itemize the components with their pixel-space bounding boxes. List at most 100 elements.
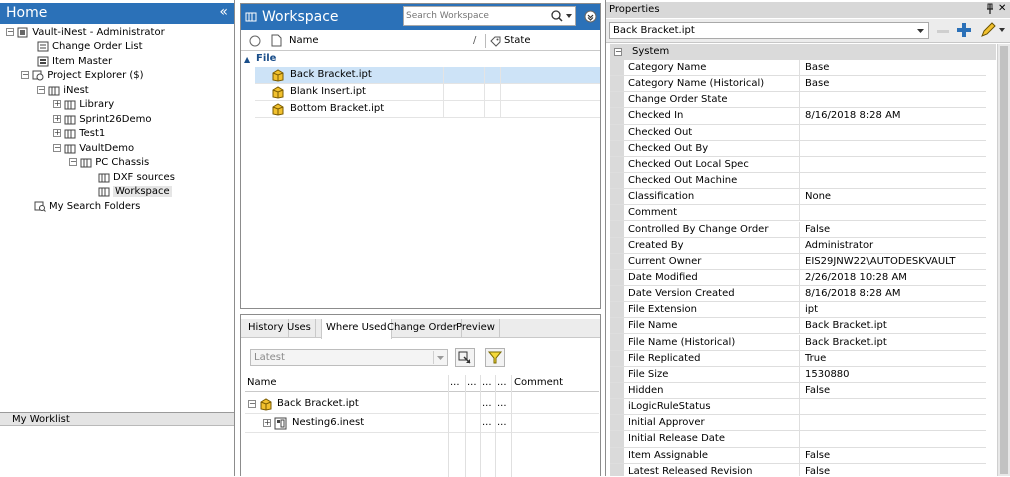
name-column-header[interactable]: Name [247, 377, 277, 388]
details-panel: History Uses Where Used Change Order Pre… [240, 314, 601, 477]
collapse-toggle-icon[interactable]: − [6, 28, 14, 36]
property-row[interactable]: Classification None [610, 189, 986, 206]
filter-icon[interactable] [485, 348, 505, 367]
tab-where-used[interactable]: Where Used [321, 319, 392, 339]
where-used-row[interactable]: − Back Bracket.ipt ... ... [245, 395, 599, 414]
column-header-dots[interactable]: ... [450, 377, 460, 388]
part-file-icon [259, 398, 273, 414]
where-used-row[interactable]: + Nesting6.inest ... ... [245, 414, 599, 433]
property-row[interactable]: File Replicated True [610, 350, 986, 367]
tree-item-label: DXF sources [113, 172, 175, 183]
file-row[interactable]: Blank Insert.ipt [255, 84, 600, 101]
property-row[interactable]: Item Assignable False [610, 447, 986, 464]
column-header-dots[interactable]: ... [497, 377, 507, 388]
property-value: False [805, 449, 831, 461]
property-row[interactable]: Created By Administrator [610, 237, 986, 254]
property-row[interactable]: Checked Out Local Spec [610, 156, 986, 173]
property-row[interactable]: Date Version Created 8/16/2018 8:28 AM [610, 286, 986, 303]
tree-item-workspace[interactable]: Workspace [98, 185, 172, 199]
property-row[interactable]: Initial Approver [610, 415, 986, 432]
property-row[interactable]: Date Modified 2/26/2018 10:28 AM [610, 269, 986, 287]
state-column-header[interactable]: State [504, 35, 530, 46]
tab-strip: History Uses Where Used Change Order Pre… [241, 319, 600, 339]
header-menu-icon[interactable] [584, 10, 597, 26]
selected-file-select[interactable]: Back Bracket.ipt [609, 22, 929, 39]
go-to-icon[interactable] [455, 348, 475, 367]
property-row[interactable]: Latest Released Revision False [610, 463, 986, 476]
tab-preview[interactable]: Preview [452, 319, 500, 337]
property-row[interactable]: File Extension ipt [610, 302, 986, 319]
collapse-toggle-icon[interactable]: − [614, 48, 622, 56]
add-property-icon[interactable] [956, 22, 972, 41]
tree-item-sprint26demo[interactable]: + Sprint26Demo [53, 113, 151, 127]
search-box[interactable] [403, 6, 576, 26]
property-row[interactable]: Controlled By Change Order False [610, 221, 986, 238]
edit-pencil-icon[interactable] [980, 22, 1006, 41]
property-row[interactable]: Checked Out By [610, 140, 986, 157]
property-row[interactable]: Category Name (Historical) Base [610, 76, 986, 93]
name-column-header[interactable]: Name [289, 35, 319, 46]
file-row[interactable]: Bottom Bracket.ipt [255, 101, 600, 118]
property-value [801, 205, 805, 220]
project-explorer-icon [32, 70, 44, 81]
property-row[interactable]: Current Owner EIS29JNW22\AUTODESKVAULT [610, 253, 986, 270]
property-row[interactable]: Checked In 8/16/2018 8:28 AM [610, 108, 986, 125]
property-row[interactable]: File Name (Historical) Back Bracket.ipt [610, 334, 986, 351]
comment-column-header[interactable]: Comment [514, 377, 563, 388]
tree-item-project-explorer[interactable]: − Project Explorer ($) [21, 69, 144, 83]
tree-item-inest[interactable]: − iNest [37, 84, 89, 98]
property-value: 8/16/2018 8:28 AM [805, 110, 901, 122]
folder-icon [98, 186, 110, 197]
property-row[interactable]: Checked Out [610, 124, 986, 141]
collapse-icon[interactable]: « [219, 4, 228, 20]
version-select[interactable]: Latest [250, 349, 448, 366]
select-all-radio-icon[interactable] [249, 35, 261, 50]
pin-icon[interactable] [985, 3, 995, 18]
property-group-header[interactable]: − System [610, 44, 996, 60]
tree-item-pc-chassis[interactable]: − PC Chassis [69, 156, 149, 170]
column-header-dots[interactable]: ... [467, 377, 477, 388]
tree-item-change-order-list[interactable]: Change Order List [37, 40, 143, 54]
tree-item-my-search-folders[interactable]: My Search Folders [34, 200, 140, 214]
tree-item-item-master[interactable]: Item Master [37, 55, 112, 69]
tree-item-test1[interactable]: + Test1 [53, 127, 105, 141]
property-value: 2/26/2018 10:28 AM [805, 271, 907, 283]
collapse-toggle-icon[interactable]: − [69, 158, 77, 166]
collapse-toggle-icon[interactable]: − [53, 144, 61, 152]
tree-item-dxf-sources[interactable]: DXF sources [98, 171, 175, 185]
property-row[interactable]: Category Name Base [610, 60, 986, 77]
workspace-title: Workspace [262, 9, 339, 25]
tree-item-vault[interactable]: − Vault-iNest - Administrator [6, 26, 165, 40]
properties-scrollbar[interactable] [997, 44, 1010, 476]
property-row[interactable]: Initial Release Date [610, 431, 986, 448]
file-row[interactable]: Back Bracket.ipt [255, 67, 600, 84]
property-row[interactable]: Comment [610, 205, 986, 222]
search-input[interactable] [406, 9, 546, 23]
expand-toggle-icon[interactable]: + [53, 100, 61, 108]
property-row[interactable]: Change Order State [610, 92, 986, 109]
file-group-collapse-icon[interactable]: ▲ [244, 55, 250, 64]
property-value [801, 399, 805, 414]
tree-item-library[interactable]: + Library [53, 98, 114, 112]
remove-property-icon[interactable] [936, 24, 950, 41]
property-row[interactable]: iLogicRuleStatus [610, 399, 986, 416]
property-row[interactable]: Checked Out Machine [610, 173, 986, 190]
expand-toggle-icon[interactable]: + [53, 115, 61, 123]
property-row[interactable]: File Name Back Bracket.ipt [610, 318, 986, 335]
scrollbar-thumb[interactable] [1000, 46, 1008, 474]
property-row[interactable]: File Size 1530880 [610, 366, 986, 383]
tab-change-order[interactable]: Change Order [383, 319, 462, 337]
search-options-icon[interactable] [550, 9, 574, 26]
worklist-header[interactable]: My Worklist [0, 412, 234, 426]
collapse-toggle-icon[interactable]: − [248, 400, 256, 408]
close-icon[interactable]: ✕ [998, 3, 1006, 14]
tab-uses[interactable]: Uses [283, 319, 316, 337]
column-header-dots[interactable]: ... [482, 377, 492, 388]
tab-history[interactable]: History [244, 319, 289, 337]
expand-toggle-icon[interactable]: + [263, 419, 271, 427]
tree-item-vaultdemo[interactable]: − VaultDemo [53, 142, 134, 156]
collapse-toggle-icon[interactable]: − [21, 71, 29, 79]
collapse-toggle-icon[interactable]: − [37, 86, 45, 94]
expand-toggle-icon[interactable]: + [53, 129, 61, 137]
property-row[interactable]: Hidden False [610, 383, 986, 400]
